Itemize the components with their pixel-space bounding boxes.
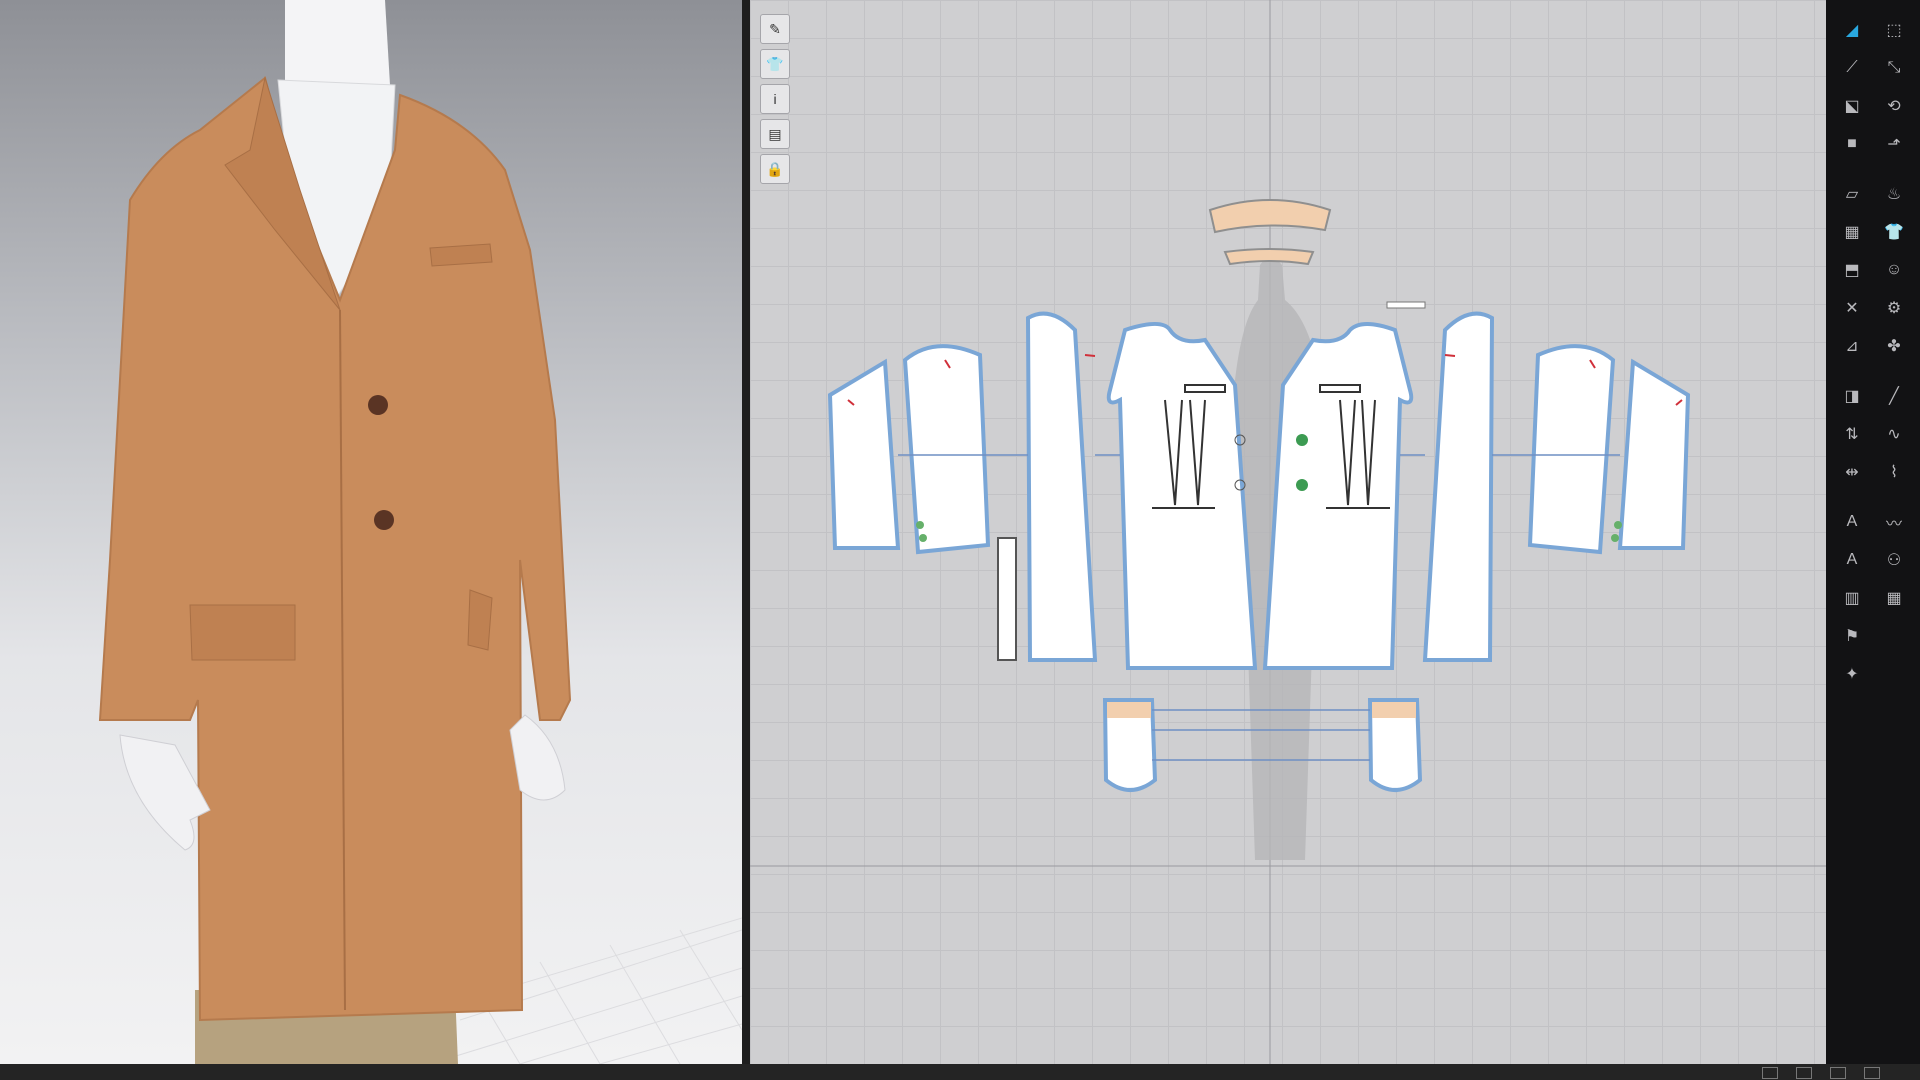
pattern-under-sleeve-right[interactable] — [1617, 358, 1691, 550]
curve-icon[interactable]: ∿ — [1876, 416, 1912, 452]
pattern-top-sleeve-left[interactable] — [902, 344, 991, 555]
coat-button-1[interactable] — [368, 395, 388, 415]
viewport-3d[interactable] — [0, 0, 742, 1064]
cut-icon[interactable]: ✕ — [1834, 290, 1870, 326]
segment-sewing-icon[interactable]: ⇅ — [1834, 416, 1870, 452]
pattern-pocket-flap-left[interactable] — [1107, 702, 1151, 718]
right-hip-pocket — [467, 589, 493, 651]
internal-polygon-icon[interactable]: ▱ — [1834, 176, 1870, 212]
layout-2d-icon[interactable] — [1830, 1067, 1846, 1079]
pattern-canvas[interactable] — [750, 0, 1826, 1064]
zipper-icon[interactable]: ⚙ — [1876, 290, 1912, 326]
avatar-icon[interactable]: ☺ — [1876, 252, 1912, 288]
line-icon[interactable]: ╱ — [1876, 378, 1912, 414]
layout-single-icon[interactable] — [1762, 1067, 1778, 1079]
stitch-icon[interactable]: 〰 — [1876, 504, 1912, 540]
tool-column-secondary: ⬚ ⤡ ⟲ ⬏ ♨ 👕 ☺ ⚙ ✤ ╱ ∿ ⌇ 〰 ⚇ ▦ — [1876, 12, 1912, 618]
view-toolbar: ✎ 👕 i ▤ 🔒 — [760, 14, 790, 189]
mannequin-scene[interactable] — [0, 0, 742, 1064]
fold-icon[interactable]: ⬒ — [1834, 252, 1870, 288]
edit-point-icon[interactable]: ⟋ — [1834, 50, 1870, 86]
tool-palette: ◢ ⟋ ⬕ ■ ▱ ▦ ⬒ ✕ ⊿ ◨ ⇅ ⇹ A A ▥ ⚑ ✦ ⬚ ⤡ ⟲ ⬏ ♨ 👕 ☺ ⚙ ✤ ╱ ∿ ⌇ 〰 ⚇ ▦ — [1826, 0, 1920, 1064]
pattern-collar-stand[interactable] — [1223, 248, 1315, 266]
select-mesh-icon[interactable]: ⬚ — [1876, 12, 1912, 48]
pattern-pocket-flap-right[interactable] — [1372, 702, 1416, 718]
transform-icon[interactable]: ⬕ — [1834, 88, 1870, 124]
edit-curve-icon[interactable]: ⤡ — [1876, 50, 1912, 86]
texture-edit-icon[interactable]: ▦ — [1834, 214, 1870, 250]
layout-3d-icon[interactable] — [1864, 1067, 1880, 1079]
left-hand — [119, 734, 211, 851]
iron-icon[interactable]: ♨ — [1876, 176, 1912, 212]
button-icon[interactable]: ⚇ — [1876, 542, 1912, 578]
pattern-hanger-loop[interactable] — [1386, 301, 1426, 309]
pattern-side-panel-left[interactable] — [1025, 311, 1098, 662]
select-move-icon[interactable]: ◢ — [1834, 12, 1870, 48]
elastic-icon[interactable]: ⌇ — [1876, 454, 1912, 490]
avatar-arrange-icon[interactable]: ✦ — [1834, 656, 1870, 692]
garment-icon[interactable]: 👕 — [1876, 214, 1912, 250]
ruler-icon[interactable]: ▥ — [1834, 580, 1870, 616]
pattern-facing-strip[interactable] — [997, 537, 1017, 661]
pattern-front-left[interactable] — [1106, 322, 1258, 670]
left-hip-pocket — [189, 604, 296, 661]
lock-icon[interactable]: 🔒 — [760, 154, 790, 184]
pattern-under-sleeve-left[interactable] — [827, 358, 901, 550]
chest-pocket — [429, 243, 493, 267]
dart-icon[interactable]: ⊿ — [1834, 328, 1870, 364]
pattern-side-panel-right[interactable] — [1422, 311, 1495, 662]
pen-tool-icon[interactable]: ✎ — [760, 14, 790, 44]
layout-split-icon[interactable] — [1796, 1067, 1812, 1079]
free-sewing-icon[interactable]: ⇹ — [1834, 454, 1870, 490]
puckering-icon[interactable]: ▦ — [1876, 580, 1912, 616]
fold-arrangement-icon[interactable]: ◨ — [1834, 378, 1870, 414]
avatar-visibility-icon[interactable]: 👕 — [760, 49, 790, 79]
rectangle-icon[interactable]: ■ — [1834, 126, 1870, 162]
rotate-pattern-icon[interactable]: ⟲ — [1876, 88, 1912, 124]
status-bar — [0, 1064, 1920, 1080]
text-icon[interactable]: A — [1834, 542, 1870, 578]
viewport-2d[interactable]: ✎ 👕 i ▤ 🔒 — [750, 0, 1826, 1064]
trim-icon[interactable]: ✤ — [1876, 328, 1912, 364]
pattern-top-sleeve-right[interactable] — [1527, 344, 1616, 555]
pin-icon[interactable]: ⚑ — [1834, 618, 1870, 654]
arrange-icon[interactable]: ⬏ — [1876, 126, 1912, 162]
coat-button-2[interactable] — [374, 510, 394, 530]
text-select-icon[interactable]: A — [1834, 504, 1870, 540]
pattern-front-right[interactable] — [1262, 322, 1414, 670]
tool-column-primary: ◢ ⟋ ⬕ ■ ▱ ▦ ⬒ ✕ ⊿ ◨ ⇅ ⇹ A A ▥ ⚑ ✦ — [1834, 12, 1870, 694]
texture-icon[interactable]: ▤ — [760, 119, 790, 149]
viewport-divider[interactable] — [742, 0, 750, 1064]
info-icon[interactable]: i — [760, 84, 790, 114]
